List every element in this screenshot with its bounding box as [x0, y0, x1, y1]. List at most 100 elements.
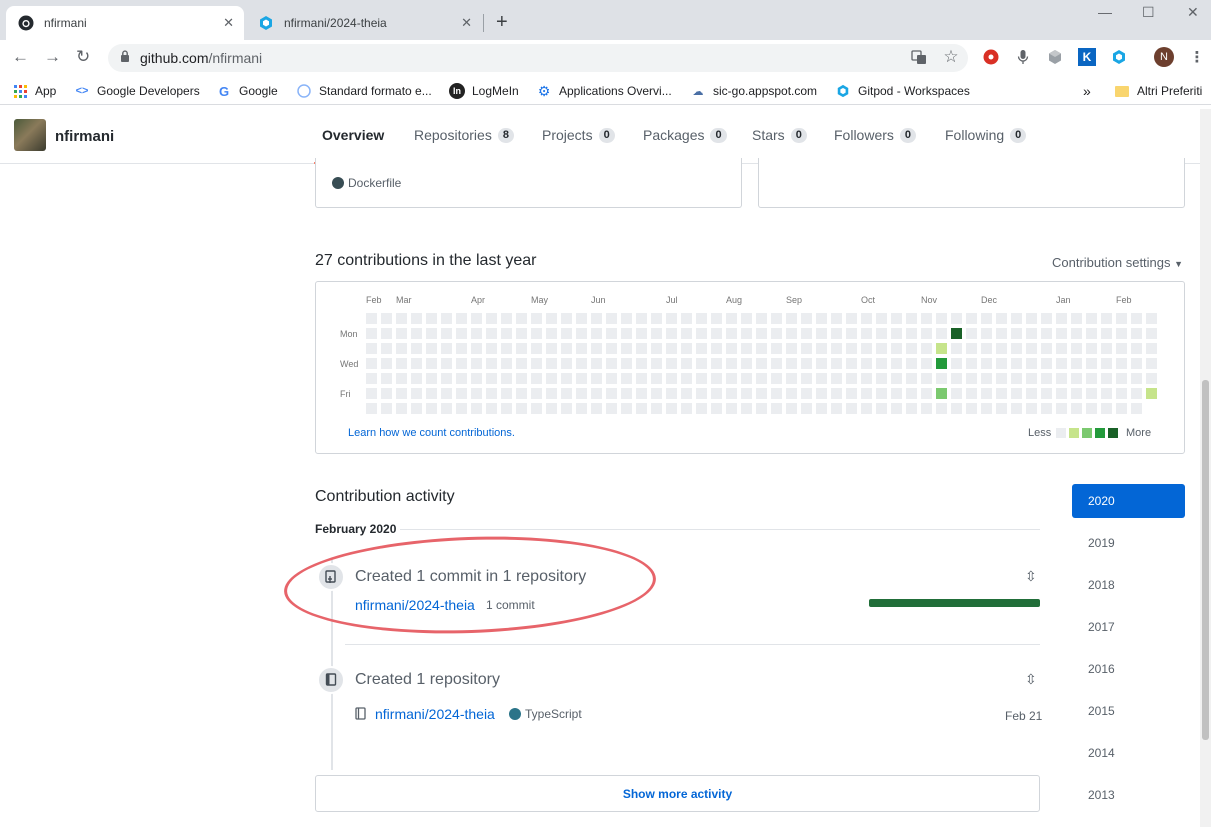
- year-2020[interactable]: 2020: [1072, 484, 1185, 518]
- contribution-day-cell[interactable]: [546, 373, 557, 384]
- contribution-day-cell[interactable]: [1086, 403, 1097, 414]
- contribution-day-cell[interactable]: [1011, 373, 1022, 384]
- contribution-day-cell[interactable]: [741, 373, 752, 384]
- contribution-day-cell[interactable]: [711, 313, 722, 324]
- contribution-day-cell[interactable]: [366, 358, 377, 369]
- contribution-day-cell[interactable]: [1101, 403, 1112, 414]
- contribution-day-cell[interactable]: [546, 343, 557, 354]
- contribution-day-cell[interactable]: [1116, 403, 1127, 414]
- contribution-day-cell[interactable]: [621, 328, 632, 339]
- contribution-day-cell[interactable]: [531, 328, 542, 339]
- contribution-day-cell[interactable]: [1041, 343, 1052, 354]
- contribution-day-cell[interactable]: [966, 403, 977, 414]
- contribution-day-cell[interactable]: [456, 403, 467, 414]
- contribution-day-cell[interactable]: [891, 328, 902, 339]
- bookmark-google[interactable]: G Google: [216, 83, 278, 99]
- contribution-day-cell[interactable]: [441, 358, 452, 369]
- contribution-day-cell[interactable]: [516, 388, 527, 399]
- contribution-day-cell[interactable]: [381, 388, 392, 399]
- contribution-day-cell[interactable]: [441, 388, 452, 399]
- contribution-day-cell[interactable]: [366, 388, 377, 399]
- contribution-day-cell[interactable]: [411, 313, 422, 324]
- contribution-day-cell[interactable]: [606, 373, 617, 384]
- contribution-day-cell[interactable]: [666, 343, 677, 354]
- contribution-day-cell[interactable]: [441, 343, 452, 354]
- contribution-day-cell[interactable]: [1071, 313, 1082, 324]
- cube-extension-icon[interactable]: [1046, 48, 1064, 66]
- contribution-day-cell[interactable]: [1026, 358, 1037, 369]
- contribution-day-cell[interactable]: [771, 358, 782, 369]
- contribution-day-cell[interactable]: [1011, 328, 1022, 339]
- contribution-day-cell[interactable]: [861, 373, 872, 384]
- contribution-day-cell[interactable]: [741, 358, 752, 369]
- contribution-day-cell[interactable]: [666, 358, 677, 369]
- contribution-day-cell[interactable]: [936, 343, 947, 354]
- contribution-day-cell[interactable]: [1101, 373, 1112, 384]
- window-close-icon[interactable]: ✕: [1187, 4, 1199, 21]
- contribution-day-cell[interactable]: [381, 313, 392, 324]
- contribution-day-cell[interactable]: [1011, 358, 1022, 369]
- contribution-day-cell[interactable]: [501, 403, 512, 414]
- contribution-day-cell[interactable]: [636, 313, 647, 324]
- contribution-day-cell[interactable]: [681, 328, 692, 339]
- contribution-day-cell[interactable]: [486, 373, 497, 384]
- contribution-day-cell[interactable]: [561, 373, 572, 384]
- address-bar[interactable]: github.com/nfirmani: [108, 44, 968, 72]
- contribution-day-cell[interactable]: [906, 313, 917, 324]
- contribution-day-cell[interactable]: [576, 343, 587, 354]
- contribution-day-cell[interactable]: [621, 358, 632, 369]
- contribution-day-cell[interactable]: [591, 358, 602, 369]
- contribution-day-cell[interactable]: [756, 313, 767, 324]
- contribution-day-cell[interactable]: [396, 343, 407, 354]
- contribution-day-cell[interactable]: [516, 328, 527, 339]
- contribution-day-cell[interactable]: [711, 388, 722, 399]
- contribution-day-cell[interactable]: [861, 313, 872, 324]
- contribution-day-cell[interactable]: [936, 403, 947, 414]
- contribution-day-cell[interactable]: [801, 373, 812, 384]
- contribution-day-cell[interactable]: [426, 328, 437, 339]
- contribution-day-cell[interactable]: [906, 358, 917, 369]
- contribution-day-cell[interactable]: [1116, 343, 1127, 354]
- contribution-day-cell[interactable]: [741, 403, 752, 414]
- contribution-day-cell[interactable]: [1056, 373, 1067, 384]
- contribution-day-cell[interactable]: [966, 313, 977, 324]
- contribution-day-cell[interactable]: [921, 343, 932, 354]
- contribution-day-cell[interactable]: [816, 343, 827, 354]
- contribution-day-cell[interactable]: [801, 313, 812, 324]
- contribution-day-cell[interactable]: [846, 313, 857, 324]
- star-icon[interactable]: ☆: [942, 47, 960, 66]
- contribution-day-cell[interactable]: [936, 358, 947, 369]
- tab-following[interactable]: Following 0: [945, 127, 1027, 143]
- contribution-day-cell[interactable]: [771, 403, 782, 414]
- contribution-day-cell[interactable]: [861, 328, 872, 339]
- contribution-day-cell[interactable]: [1146, 358, 1157, 369]
- profile-avatar[interactable]: N: [1154, 47, 1174, 67]
- activity-repo-link[interactable]: nfirmani/2024-theia: [375, 706, 495, 722]
- contribution-day-cell[interactable]: [501, 328, 512, 339]
- show-more-activity-button[interactable]: Show more activity: [315, 775, 1040, 812]
- contribution-day-cell[interactable]: [1131, 388, 1142, 399]
- contribution-day-cell[interactable]: [831, 358, 842, 369]
- contribution-day-cell[interactable]: [831, 313, 842, 324]
- contribution-day-cell[interactable]: [1071, 403, 1082, 414]
- contribution-day-cell[interactable]: [441, 328, 452, 339]
- contribution-day-cell[interactable]: [951, 358, 962, 369]
- contribution-day-cell[interactable]: [921, 373, 932, 384]
- contribution-day-cell[interactable]: [621, 313, 632, 324]
- contribution-day-cell[interactable]: [411, 328, 422, 339]
- contribution-day-cell[interactable]: [921, 358, 932, 369]
- contribution-day-cell[interactable]: [606, 328, 617, 339]
- contribution-day-cell[interactable]: [696, 388, 707, 399]
- contribution-day-cell[interactable]: [486, 313, 497, 324]
- contribution-day-cell[interactable]: [471, 388, 482, 399]
- contribution-day-cell[interactable]: [876, 343, 887, 354]
- contribution-day-cell[interactable]: [921, 313, 932, 324]
- year-2016[interactable]: 2016: [1072, 652, 1185, 686]
- bookmark-app[interactable]: App: [12, 83, 56, 99]
- contribution-settings-dropdown[interactable]: Contribution settings ▼: [1052, 255, 1183, 270]
- contribution-day-cell[interactable]: [516, 403, 527, 414]
- tab-followers[interactable]: Followers 0: [834, 127, 917, 143]
- contribution-day-cell[interactable]: [771, 343, 782, 354]
- contribution-day-cell[interactable]: [696, 403, 707, 414]
- tab-nfirmani[interactable]: nfirmani ✕: [6, 6, 244, 40]
